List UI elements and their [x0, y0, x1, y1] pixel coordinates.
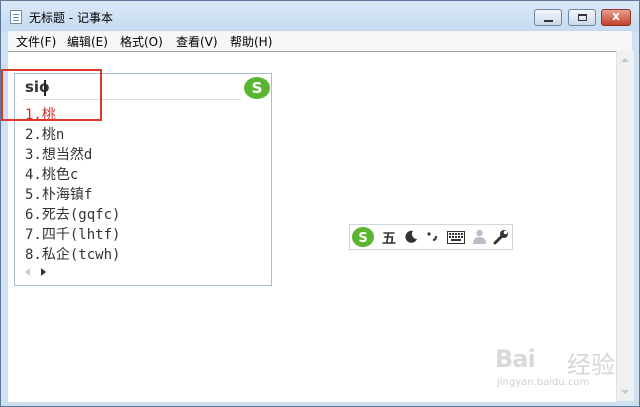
window-title: 无标题 - 记事本 — [29, 11, 113, 25]
candidate-item[interactable]: 5.朴海镇f — [25, 184, 92, 204]
notepad-icon — [10, 10, 22, 24]
menu-file[interactable]: 文件(F) — [16, 33, 56, 50]
wrench-icon[interactable] — [493, 229, 509, 245]
notepad-window: 无标题 - 记事本 x 文件(F) 编辑(E) 格式(O) 查看(V) 帮助(H… — [0, 0, 640, 407]
candidate-item[interactable]: 2.桃n — [25, 124, 64, 144]
baidu-watermark: Bai — [495, 345, 536, 373]
close-icon: x — [612, 9, 620, 23]
maximize-icon — [578, 14, 587, 21]
scroll-up-icon[interactable] — [621, 58, 629, 62]
jingyan-watermark: 经验 — [567, 351, 615, 379]
menu-bar: 文件(F) 编辑(E) 格式(O) 查看(V) 帮助(H) — [8, 31, 632, 51]
punctuation-icon[interactable] — [426, 230, 440, 244]
user-icon[interactable] — [473, 229, 486, 245]
sogou-s-icon: S — [244, 77, 270, 99]
page-prev-icon[interactable] — [25, 268, 30, 276]
keyboard-icon[interactable] — [447, 231, 465, 244]
candidate-item[interactable]: 3.想当然d — [25, 144, 92, 164]
watermark-url: jingyan.baidu.com — [497, 377, 590, 388]
close-button[interactable]: x — [601, 9, 631, 26]
menu-help[interactable]: 帮助(H) — [230, 33, 272, 50]
minimize-button[interactable] — [534, 9, 562, 26]
highlight-annotation — [1, 69, 102, 121]
scroll-down-icon[interactable] — [621, 390, 629, 394]
menu-view[interactable]: 查看(V) — [176, 33, 218, 50]
maximize-button[interactable] — [568, 9, 596, 26]
ime-status-bar: S 五 — [349, 224, 513, 250]
sogou-s-icon[interactable]: S — [351, 226, 375, 248]
candidate-item[interactable]: 7.四千(lhtf) — [25, 224, 120, 244]
menu-edit[interactable]: 编辑(E) — [67, 33, 108, 50]
svg-text:S: S — [252, 79, 263, 97]
candidate-item[interactable]: 4.桃色c — [25, 164, 78, 184]
minimize-icon — [544, 20, 553, 22]
menu-format[interactable]: 格式(O) — [120, 33, 163, 50]
candidate-item[interactable]: 6.死去(gqfc) — [25, 204, 120, 224]
vertical-scrollbar[interactable] — [616, 51, 634, 401]
candidate-item[interactable]: 8.私企(tcwh) — [25, 244, 120, 264]
page-next-icon[interactable] — [41, 268, 46, 276]
moon-icon[interactable] — [404, 230, 418, 244]
input-mode-label[interactable]: 五 — [382, 228, 396, 248]
svg-text:S: S — [358, 231, 367, 246]
title-bar[interactable]: 无标题 - 记事本 x — [1, 1, 639, 31]
